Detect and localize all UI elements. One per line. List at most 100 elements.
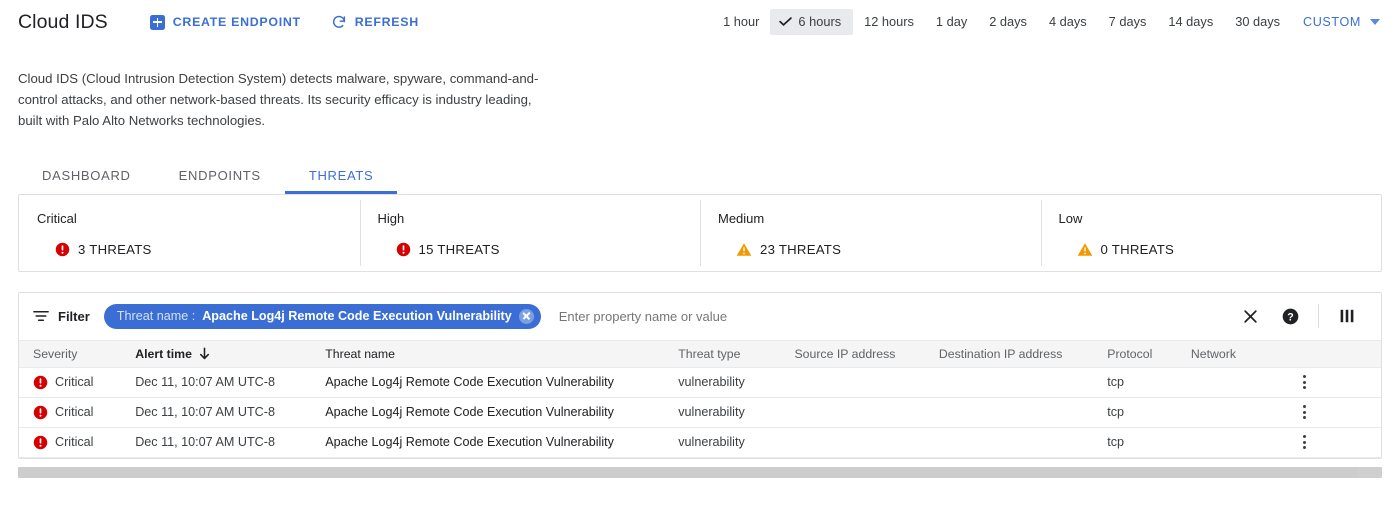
refresh-label: REFRESH bbox=[354, 15, 419, 29]
filter-input[interactable] bbox=[558, 308, 1230, 324]
column-header-network-label: Network bbox=[1190, 346, 1236, 361]
error-circle-icon bbox=[33, 405, 48, 420]
cell-threat-type: vulnerability bbox=[678, 427, 795, 458]
product-description: Cloud IDS (Cloud Intrusion Detection Sys… bbox=[18, 71, 539, 129]
table-body: Critical Dec 11, 10:07 AM UTC-8 Apache L… bbox=[19, 367, 1381, 458]
column-header-alert-time-label: Alert time bbox=[135, 346, 192, 361]
table-row[interactable]: Critical Dec 11, 10:07 AM UTC-8 Apache L… bbox=[19, 427, 1381, 458]
tab-threats[interactable]: THREATS bbox=[284, 168, 398, 194]
time-option-1-hour[interactable]: 1 hour bbox=[712, 10, 770, 35]
table-header: Severity Alert time Threat name Threat t… bbox=[19, 339, 1381, 368]
error-circle-icon bbox=[33, 375, 48, 390]
help-button[interactable]: ? bbox=[1270, 296, 1310, 336]
cell-severity: Critical bbox=[19, 427, 136, 458]
cell-threat-type: vulnerability bbox=[678, 367, 795, 398]
severity-cell-high: High 15 THREATS bbox=[359, 195, 701, 271]
tab-endpoints[interactable]: ENDPOINTS bbox=[155, 168, 285, 194]
time-option-6-hours-label: 6 hours bbox=[798, 13, 842, 29]
cell-threat-name: Apache Log4j Remote Code Execution Vulne… bbox=[325, 367, 679, 398]
time-option-12-hours[interactable]: 12 hours bbox=[853, 10, 925, 35]
column-header-threat-name-label: Threat name bbox=[325, 346, 395, 361]
cell-source-ip bbox=[794, 367, 939, 398]
column-header-threat-name[interactable]: Threat name bbox=[325, 339, 679, 368]
table-header-row: Severity Alert time Threat name Threat t… bbox=[19, 339, 1381, 368]
filter-button[interactable]: Filter bbox=[33, 309, 90, 324]
column-header-actions bbox=[1294, 339, 1381, 368]
sort-descending-arrow-icon bbox=[199, 347, 210, 360]
filter-label: Filter bbox=[58, 308, 90, 324]
filter-icon bbox=[33, 309, 49, 323]
time-option-7-days[interactable]: 7 days bbox=[1098, 10, 1158, 35]
cell-destination-ip bbox=[938, 367, 1108, 398]
column-header-protocol-label: Protocol bbox=[1107, 346, 1153, 361]
warning-triangle-icon bbox=[736, 242, 752, 257]
cell-source-ip bbox=[794, 397, 939, 428]
refresh-button[interactable]: REFRESH bbox=[331, 14, 419, 30]
column-header-source-ip[interactable]: Source IP address bbox=[794, 339, 939, 368]
severity-cell-low: Low 0 THREATS bbox=[1040, 195, 1382, 271]
severity-summary-card: Critical 3 THREATS High 15 THREATS Mediu… bbox=[18, 193, 1382, 272]
create-endpoint-label: CREATE ENDPOINT bbox=[172, 15, 301, 29]
severity-cell-medium: Medium 23 THREATS bbox=[700, 195, 1041, 271]
cell-threat-name: Apache Log4j Remote Code Execution Vulne… bbox=[325, 427, 679, 458]
time-range-selector: 1 hour 6 hours 12 hours 1 day 2 days 4 d… bbox=[712, 0, 1384, 44]
error-circle-icon bbox=[55, 242, 70, 257]
severity-count-high: 15 THREATS bbox=[378, 242, 701, 257]
top-actions: CREATE ENDPOINT REFRESH bbox=[149, 14, 419, 30]
time-option-30-days[interactable]: 30 days bbox=[1224, 10, 1291, 35]
cell-severity: Critical bbox=[19, 367, 136, 398]
column-header-severity[interactable]: Severity bbox=[19, 339, 136, 368]
table-row[interactable]: Critical Dec 11, 10:07 AM UTC-8 Apache L… bbox=[19, 367, 1381, 398]
cell-protocol: tcp bbox=[1107, 427, 1191, 458]
column-header-destination-ip-label: Destination IP address bbox=[938, 346, 1063, 361]
cell-network bbox=[1190, 427, 1295, 458]
cell-protocol: tcp bbox=[1107, 397, 1191, 428]
create-endpoint-button[interactable]: CREATE ENDPOINT bbox=[149, 14, 301, 30]
column-header-severity-label: Severity bbox=[33, 346, 78, 361]
severity-count-low-value: 0 THREATS bbox=[1100, 241, 1175, 257]
column-header-network[interactable]: Network bbox=[1190, 339, 1295, 368]
severity-count-high-value: 15 THREATS bbox=[418, 241, 500, 257]
warning-triangle-icon bbox=[1077, 242, 1093, 257]
cell-row-actions bbox=[1294, 427, 1381, 458]
time-option-6-hours[interactable]: 6 hours bbox=[770, 8, 854, 36]
cell-source-ip bbox=[794, 427, 939, 458]
filter-chip-key: Threat name : bbox=[116, 309, 196, 324]
column-header-destination-ip[interactable]: Destination IP address bbox=[938, 339, 1108, 368]
severity-count-medium: 23 THREATS bbox=[718, 242, 1041, 257]
row-menu-icon[interactable] bbox=[1294, 405, 1314, 419]
filter-chip-remove-icon[interactable] bbox=[518, 308, 534, 324]
time-option-4-days[interactable]: 4 days bbox=[1038, 10, 1098, 35]
column-display-options-button[interactable] bbox=[1327, 296, 1367, 336]
custom-label: CUSTOM bbox=[1303, 15, 1361, 29]
columns-icon bbox=[1340, 309, 1354, 323]
severity-label-medium: Medium bbox=[718, 210, 765, 226]
tab-dashboard[interactable]: DASHBOARD bbox=[18, 168, 155, 194]
severity-cell-critical: Critical 3 THREATS bbox=[19, 195, 360, 271]
threats-table: Severity Alert time Threat name Threat t… bbox=[19, 339, 1381, 458]
severity-count-medium-value: 23 THREATS bbox=[760, 241, 842, 257]
row-menu-icon[interactable] bbox=[1294, 375, 1314, 389]
custom-time-range-dropdown[interactable]: CUSTOM bbox=[1291, 9, 1384, 35]
horizontal-scrollbar[interactable] bbox=[18, 466, 1382, 478]
row-menu-icon[interactable] bbox=[1294, 435, 1314, 449]
cell-alert-time: Dec 11, 10:07 AM UTC-8 bbox=[135, 427, 326, 458]
time-option-14-days[interactable]: 14 days bbox=[1157, 10, 1224, 35]
column-header-alert-time[interactable]: Alert time bbox=[135, 339, 326, 368]
cell-threat-name: Apache Log4j Remote Code Execution Vulne… bbox=[325, 397, 679, 428]
cell-alert-time: Dec 11, 10:07 AM UTC-8 bbox=[135, 397, 326, 428]
horizontal-scrollbar-thumb[interactable] bbox=[18, 466, 1358, 478]
filter-bar-actions: ? bbox=[1230, 296, 1367, 336]
time-option-2-days[interactable]: 2 days bbox=[978, 10, 1038, 35]
table-row[interactable]: Critical Dec 11, 10:07 AM UTC-8 Apache L… bbox=[19, 397, 1381, 428]
chevron-down-icon bbox=[1370, 19, 1380, 25]
column-header-threat-type[interactable]: Threat type bbox=[678, 339, 795, 368]
time-option-1-day[interactable]: 1 day bbox=[925, 10, 978, 35]
threats-table-card: Filter Threat name : Apache Log4j Remote… bbox=[18, 291, 1382, 459]
column-header-protocol[interactable]: Protocol bbox=[1107, 339, 1191, 368]
help-icon: ? bbox=[1282, 308, 1299, 325]
clear-filters-button[interactable] bbox=[1230, 296, 1270, 336]
column-header-source-ip-label: Source IP address bbox=[794, 346, 896, 361]
check-icon bbox=[779, 17, 793, 27]
filter-chip-threat-name[interactable]: Threat name : Apache Log4j Remote Code E… bbox=[103, 303, 541, 329]
